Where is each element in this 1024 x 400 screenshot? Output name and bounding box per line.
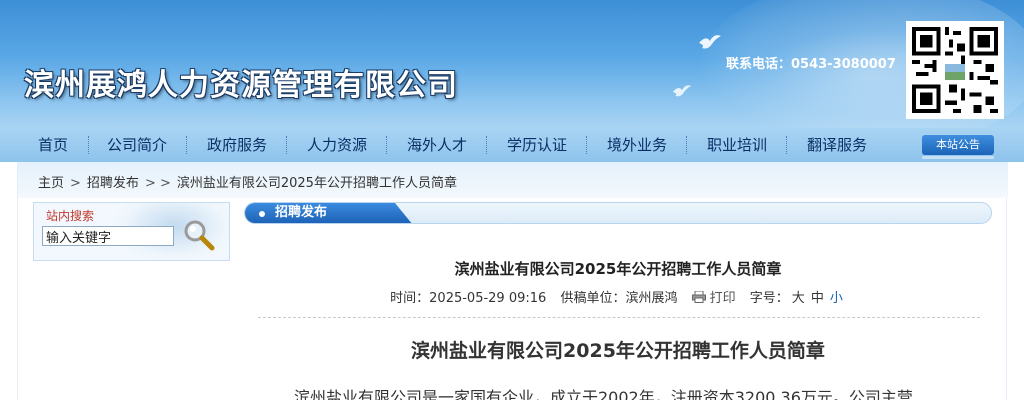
nav-divider (486, 136, 487, 154)
breadcrumb-separator: > (70, 176, 81, 191)
nav-item-vocational-training[interactable]: 职业培训 (698, 128, 776, 162)
meta-time-value: 2025-05-29 09:16 (429, 291, 547, 306)
search-input[interactable] (42, 226, 174, 246)
font-size-small-button[interactable]: 小 (830, 291, 843, 306)
font-size-medium-button[interactable]: 中 (811, 291, 824, 306)
nav-divider (286, 136, 287, 154)
meta-time-label: 时间： (390, 291, 430, 306)
printer-icon (691, 291, 706, 303)
print-button[interactable]: 打印 (691, 291, 736, 306)
print-label: 打印 (709, 291, 736, 306)
meta-divider (258, 317, 980, 318)
main-nav: 首页 公司简介 政府服务 人力资源 海外人才 学历认证 境外业务 职业培训 翻译… (0, 128, 1024, 162)
nav-item-overseas-talent[interactable]: 海外人才 (398, 128, 476, 162)
search-label: 站内搜索 (46, 209, 95, 223)
qr-code-icon (906, 21, 1004, 119)
nav-divider (586, 136, 587, 154)
meta-source-label: 供稿单位： (560, 291, 626, 306)
breadcrumb-separator: > > (144, 176, 171, 191)
site-notice-button[interactable]: 本站公告 (922, 135, 994, 159)
content-heading: 滨州盐业有限公司2025年公开招聘工作人员简章 (411, 340, 825, 362)
header-banner: 滨州展鸿人力资源管理有限公司 联系电话：0543-3080007 (0, 0, 1024, 128)
page-body: 主页 > 招聘发布 > > 滨州盐业有限公司2025年公开招聘工作人员简章 站内搜索 招… (17, 162, 1008, 400)
search-magnifier-icon[interactable] (182, 218, 216, 252)
nav-item-human-resources[interactable]: 人力资源 (298, 128, 376, 162)
section-tab: 招聘发布 (245, 203, 413, 223)
nav-divider (386, 136, 387, 154)
bullet-icon (259, 211, 265, 217)
font-size-large-button[interactable]: 大 (792, 291, 805, 306)
font-size-controls: 字号：大中小 (750, 291, 846, 306)
site-search-panel: 站内搜索 (33, 202, 230, 261)
article-title: 滨州盐业有限公司2025年公开招聘工作人员简章 (454, 260, 782, 278)
nav-item-degree-certification[interactable]: 学历认证 (498, 128, 576, 162)
dove-icon (698, 32, 722, 56)
meta-source-value: 滨州展鸿 (625, 291, 678, 306)
site-title: 滨州展鸿人力资源管理有限公司 (24, 68, 458, 103)
nav-item-home[interactable]: 首页 (24, 128, 82, 162)
breadcrumb: 主页 > 招聘发布 > > 滨州盐业有限公司2025年公开招聘工作人员简章 (38, 162, 457, 198)
hotline-text: 联系电话：0543-3080007 (726, 57, 896, 72)
dove-icon (672, 80, 692, 104)
nav-divider (88, 136, 89, 154)
nav-divider (786, 136, 787, 154)
nav-item-government-services[interactable]: 政府服务 (198, 128, 276, 162)
nav-item-about[interactable]: 公司简介 (98, 128, 176, 162)
nav-divider (186, 136, 187, 154)
nav-item-translation-services[interactable]: 翻译服务 (798, 128, 876, 162)
breadcrumb-bar: 主页 > 招聘发布 > > 滨州盐业有限公司2025年公开招聘工作人员简章 (18, 162, 1008, 198)
article-paragraph: 滨州盐业有限公司是一家国有企业，成立于2002年，注册资本3200.36万元。公… (294, 388, 913, 400)
nav-divider (686, 136, 687, 154)
font-size-label: 字号： (749, 291, 789, 306)
breadcrumb-home-link[interactable]: 主页 (38, 176, 64, 191)
meta-time: 时间：2025-05-29 09:16 (390, 291, 546, 306)
section-header-bar: 招聘发布 (244, 202, 992, 224)
article-meta: 时间：2025-05-29 09:16 供稿单位：滨州展鸿 打印 字号：大中小 (244, 287, 992, 306)
section-tab-label: 招聘发布 (275, 205, 328, 220)
meta-source: 供稿单位：滨州展鸿 (560, 291, 677, 306)
breadcrumb-current: 滨州盐业有限公司2025年公开招聘工作人员简章 (176, 176, 457, 191)
breadcrumb-category-link[interactable]: 招聘发布 (87, 176, 139, 191)
nav-item-overseas-business[interactable]: 境外业务 (598, 128, 676, 162)
